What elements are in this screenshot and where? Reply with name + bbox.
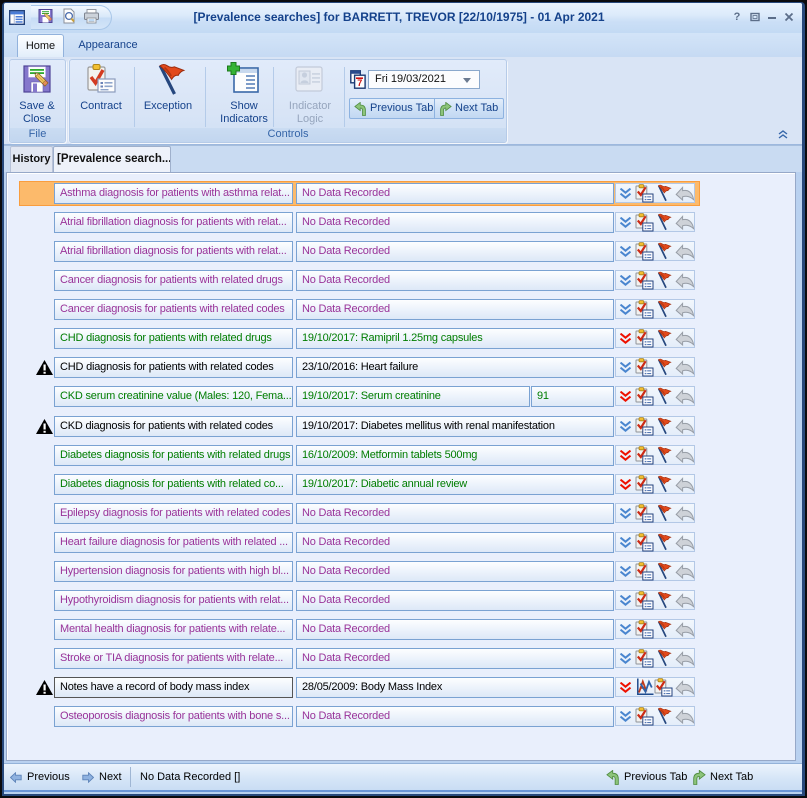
svg-text:7: 7 <box>357 78 362 88</box>
